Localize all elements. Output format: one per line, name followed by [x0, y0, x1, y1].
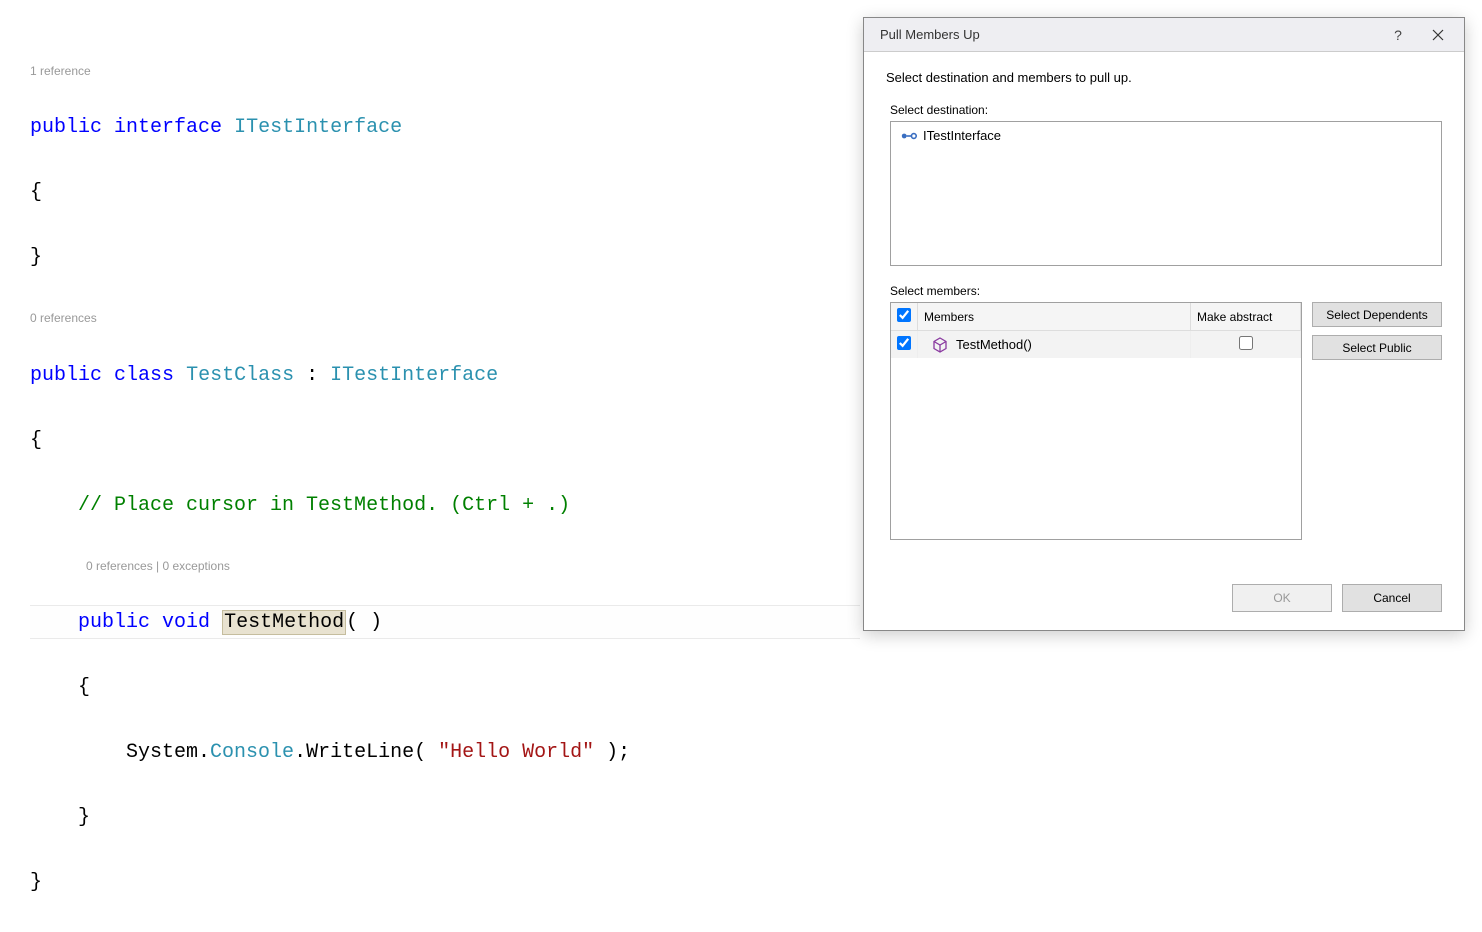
destination-item-label: ITestInterface — [923, 128, 1001, 143]
namespace: System — [126, 741, 198, 764]
dialog-body: Select destination and members to pull u… — [864, 52, 1464, 570]
destination-label: Select destination: — [890, 103, 1442, 117]
brace: { — [78, 676, 90, 699]
method-call: WriteLine — [306, 741, 414, 764]
brace: } — [30, 867, 860, 900]
table-row[interactable]: TestMethod() — [891, 331, 1301, 359]
paren-open: ( — [414, 741, 438, 764]
abstract-checkbox[interactable] — [1239, 336, 1253, 350]
destination-list[interactable]: ITestInterface — [890, 121, 1442, 266]
class-ref: Console — [210, 741, 294, 764]
column-header-members[interactable]: Members — [918, 303, 1191, 331]
comment: // Place cursor in TestMethod. (Ctrl + .… — [78, 494, 570, 517]
codelens-class[interactable]: 0 references — [30, 311, 860, 325]
method-name-highlighted: TestMethod — [222, 610, 346, 635]
dialog-title: Pull Members Up — [880, 27, 1378, 42]
brace: { — [30, 425, 860, 458]
close-icon — [1432, 29, 1444, 41]
members-table[interactable]: Members Make abstract — [890, 302, 1302, 540]
dot: . — [294, 741, 306, 764]
parens: ( ) — [346, 611, 382, 634]
select-dependents-button[interactable]: Select Dependents — [1312, 302, 1442, 327]
destination-item[interactable]: ITestInterface — [899, 126, 1433, 145]
select-all-checkbox[interactable] — [897, 308, 911, 322]
keyword-class: class — [114, 364, 174, 387]
brace: } — [30, 242, 860, 275]
codelens-interface[interactable]: 1 reference — [30, 64, 860, 78]
code-editor[interactable]: 1 reference public interface ITestInterf… — [0, 0, 860, 649]
keyword-public: public — [30, 116, 102, 139]
dialog-titlebar[interactable]: Pull Members Up ? — [864, 18, 1464, 52]
keyword-interface: interface — [114, 116, 222, 139]
member-checkbox[interactable] — [897, 336, 911, 350]
method-icon — [932, 337, 948, 353]
base-type-name: ITestInterface — [330, 364, 498, 387]
keyword-void: void — [162, 611, 210, 634]
interface-icon — [901, 130, 917, 142]
select-public-button[interactable]: Select Public — [1312, 335, 1442, 360]
column-header-abstract[interactable]: Make abstract — [1191, 303, 1301, 331]
member-name: TestMethod() — [956, 337, 1032, 352]
dialog-footer: OK Cancel — [864, 570, 1464, 630]
paren-close: ); — [594, 741, 630, 764]
type-name: ITestInterface — [234, 116, 402, 139]
ok-button[interactable]: OK — [1232, 584, 1332, 612]
help-icon: ? — [1394, 27, 1402, 43]
codelens-method[interactable]: 0 references | 0 exceptions — [86, 559, 860, 573]
current-line-highlight — [30, 605, 860, 639]
help-button[interactable]: ? — [1378, 20, 1418, 50]
cancel-button[interactable]: Cancel — [1342, 584, 1442, 612]
keyword-public: public — [78, 611, 150, 634]
members-label: Select members: — [890, 284, 1442, 298]
brace: } — [78, 806, 90, 829]
keyword-public: public — [30, 364, 102, 387]
close-button[interactable] — [1418, 20, 1458, 50]
pull-members-up-dialog: Pull Members Up ? Select destination and… — [863, 17, 1465, 631]
type-name: TestClass — [186, 364, 294, 387]
instruction-text: Select destination and members to pull u… — [886, 70, 1442, 85]
dot: . — [198, 741, 210, 764]
string-literal: "Hello World" — [438, 741, 594, 764]
brace: { — [30, 177, 860, 210]
colon: : — [306, 364, 318, 387]
